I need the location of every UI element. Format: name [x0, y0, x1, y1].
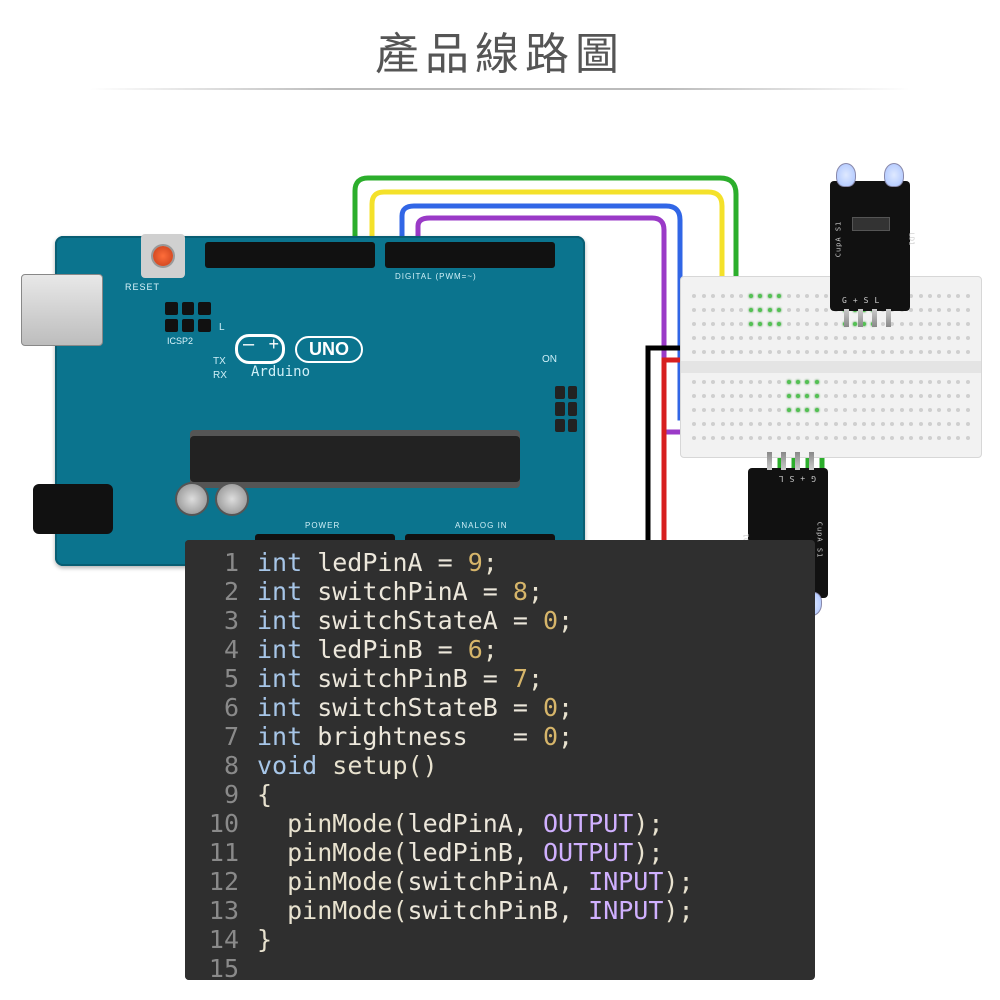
- l-led-label: L: [219, 322, 225, 333]
- pin-label: L: [779, 474, 784, 483]
- tx-label: TX: [213, 356, 226, 367]
- pin-label: +: [800, 474, 805, 483]
- module-led-icon: [884, 163, 904, 187]
- icsp2-header-icon: [165, 302, 211, 332]
- module-pins-icon: [767, 452, 814, 470]
- pin-label: L: [874, 296, 879, 305]
- barrel-jack-icon: [33, 484, 113, 534]
- reset-label: RESET: [125, 282, 160, 292]
- atmega-chip-icon: [190, 436, 520, 482]
- reset-button[interactable]: [141, 234, 185, 278]
- module-side-text: CupA S1: [816, 522, 824, 559]
- arduino-logo: UNO: [235, 334, 363, 364]
- code-editor: 123456789101112131415 int ledPinA = 9;in…: [185, 540, 815, 980]
- pin-label: G: [842, 296, 847, 305]
- pin-label: G: [811, 474, 816, 483]
- arduino-brand-text: Arduino: [251, 364, 310, 380]
- module-led-icon: [836, 163, 856, 187]
- digital-label: DIGITAL (PWM=~): [395, 272, 477, 281]
- digital-header-right: [385, 242, 555, 268]
- pin-label: +: [853, 296, 858, 305]
- breadboard-bottom-holes: [691, 377, 971, 443]
- pin-label: S: [864, 296, 869, 305]
- analog-label: ANALOG IN: [455, 521, 508, 530]
- module-resistor-icon: [852, 217, 890, 231]
- power-label: POWER: [305, 521, 340, 530]
- wiring-diagram: RESET ICSP2 L TX RX ON UNO Arduino DIGIT…: [0, 96, 1000, 556]
- on-led-label: ON: [542, 354, 557, 365]
- pin-label: S: [790, 474, 795, 483]
- arduino-uno-board: RESET ICSP2 L TX RX ON UNO Arduino DIGIT…: [55, 236, 585, 566]
- module-pins-icon: [844, 309, 891, 327]
- rx-label: RX: [213, 370, 227, 381]
- icsp2-label: ICSP2: [167, 336, 193, 346]
- module-pin-labels: G + S L: [842, 296, 879, 305]
- infinity-icon: [235, 334, 285, 364]
- icsp-header-icon: [555, 386, 577, 432]
- code-content: int ledPinA = 9;int switchPinA = 8;int s…: [251, 540, 702, 980]
- code-gutter: 123456789101112131415: [185, 540, 251, 980]
- module-pin-labels: G + S L: [779, 474, 816, 483]
- uno-badge: UNO: [295, 336, 363, 363]
- capacitors-icon: [175, 482, 249, 516]
- sensor-module-a: CupA S1 LD1 G + S L: [830, 181, 910, 311]
- module-side-text-2: LD1: [908, 233, 916, 246]
- digital-header-left: [205, 242, 375, 268]
- usb-port-icon: [21, 274, 103, 346]
- module-side-text: CupA S1: [834, 221, 842, 258]
- title-underline: [90, 88, 910, 90]
- page-title: 產品線路圖: [0, 0, 1000, 88]
